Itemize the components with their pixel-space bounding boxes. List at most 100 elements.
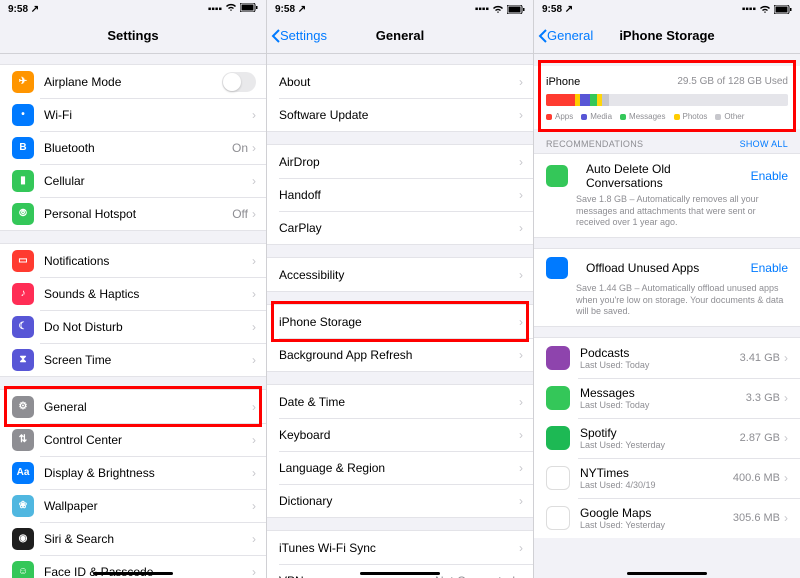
general-row-software-update[interactable]: Software Update›: [267, 98, 533, 131]
gear-icon: ⚙: [12, 396, 34, 418]
enable-link[interactable]: Enable: [751, 261, 788, 275]
settings-row-personal-hotspot[interactable]: ⦾Personal HotspotOff›: [0, 197, 266, 230]
settings-row-bluetooth[interactable]: BBluetoothOn›: [0, 131, 266, 164]
chevron-right-icon: ›: [519, 541, 523, 555]
general-row-accessibility[interactable]: Accessibility›: [267, 258, 533, 291]
rec-desc: Save 1.44 GB – Automatically offload unu…: [576, 283, 788, 318]
home-indicator[interactable]: [627, 572, 707, 575]
airplane-icon: ✈: [12, 71, 34, 93]
general-row-keyboard[interactable]: Keyboard›: [267, 418, 533, 451]
recommendation: Auto Delete Old ConversationsEnableSave …: [534, 153, 800, 238]
app-row-nytimes[interactable]: NYTimesLast Used: 4/30/19400.6 MB›: [534, 458, 800, 498]
chevron-right-icon: ›: [252, 400, 256, 414]
chevron-right-icon: ›: [252, 320, 256, 334]
settings-row-do-not-disturb[interactable]: ☾ Do Not Disturb›: [0, 310, 266, 343]
app-last-used: Last Used: Today: [580, 360, 740, 370]
general-row-dictionary[interactable]: Dictionary›: [267, 484, 533, 517]
chevron-right-icon: ›: [252, 466, 256, 480]
cellular-icon: ▮: [12, 170, 34, 192]
siri-icon: ◉: [12, 528, 34, 550]
chevron-right-icon: ›: [252, 254, 256, 268]
app-row-google-maps[interactable]: Google MapsLast Used: Yesterday305.6 MB›: [534, 498, 800, 538]
app-name: Spotify: [580, 426, 740, 440]
row-label: Cellular: [44, 174, 252, 188]
general-row-about[interactable]: About›: [267, 65, 533, 98]
row-label: Display & Brightness: [44, 466, 252, 480]
app-last-used: Last Used: 4/30/19: [580, 480, 733, 490]
home-indicator[interactable]: [360, 572, 440, 575]
sound-icon: ♪: [12, 283, 34, 305]
row-label: Bluetooth: [44, 141, 232, 155]
chevron-right-icon: ›: [784, 471, 788, 485]
toggle[interactable]: [222, 72, 256, 92]
row-label: Wi-Fi: [44, 108, 252, 122]
chevron-right-icon: ›: [519, 461, 523, 475]
chevron-right-icon: ›: [519, 348, 523, 362]
chevron-right-icon: ›: [252, 287, 256, 301]
general-row-airdrop[interactable]: AirDrop›: [267, 145, 533, 178]
enable-link[interactable]: Enable: [751, 169, 788, 183]
row-label: Siri & Search: [44, 532, 252, 546]
hotspot-icon: ⦾: [12, 203, 34, 225]
chevron-right-icon: ›: [252, 565, 256, 578]
general-row-carplay[interactable]: CarPlay›: [267, 211, 533, 244]
row-label: Date & Time: [279, 395, 519, 409]
settings-row-display-brightness[interactable]: Aa Display & Brightness›: [0, 456, 266, 489]
general-screen: 9:58 ↗ ▪▪▪▪ Settings General About›Softw…: [267, 0, 534, 578]
settings-row-airplane-mode[interactable]: ✈Airplane Mode: [0, 65, 266, 98]
moon-icon: ☾: [12, 316, 34, 338]
row-label: CarPlay: [279, 221, 519, 235]
row-label: Do Not Disturb: [44, 320, 252, 334]
chevron-right-icon: ›: [519, 574, 523, 578]
chevron-right-icon: ›: [519, 494, 523, 508]
general-row-iphone-storage[interactable]: iPhone Storage›: [267, 305, 533, 338]
battery-icon: [240, 3, 258, 15]
settings-row-wi-fi[interactable]: •Wi-Fi›: [0, 98, 266, 131]
page-title: Settings: [0, 28, 266, 43]
row-label: Background App Refresh: [279, 348, 519, 362]
app-icon: [546, 386, 570, 410]
storage-legend: AppsMediaMessagesPhotosOther: [546, 112, 788, 121]
status-bar: 9:58 ↗ ▪▪▪▪: [267, 0, 533, 18]
row-label: Accessibility: [279, 268, 519, 282]
back-button[interactable]: General: [534, 28, 593, 43]
settings-row-screen-time[interactable]: ⧗Screen Time›: [0, 343, 266, 376]
chevron-right-icon: ›: [252, 207, 256, 221]
chevron-left-icon: [271, 29, 280, 43]
settings-row-cellular[interactable]: ▮ Cellular›: [0, 164, 266, 197]
general-row-language-region[interactable]: Language & Region›: [267, 451, 533, 484]
app-row-podcasts[interactable]: PodcastsLast Used: Today3.41 GB›: [534, 338, 800, 378]
settings-row-wallpaper[interactable]: ❀Wallpaper›: [0, 489, 266, 522]
settings-row-notifications[interactable]: ▭Notifications›: [0, 244, 266, 277]
general-row-vpn[interactable]: VPNNot Connected›: [267, 564, 533, 578]
row-label: Control Center: [44, 433, 252, 447]
general-row-background-app-refresh[interactable]: Background App Refresh›: [267, 338, 533, 371]
settings-row-siri-search[interactable]: ◉Siri & Search›: [0, 522, 266, 555]
general-row-handoff[interactable]: Handoff›: [267, 178, 533, 211]
faceid-icon: ☺: [12, 561, 34, 578]
settings-row-sounds-haptics[interactable]: ♪Sounds & Haptics›: [0, 277, 266, 310]
device-name: iPhone: [546, 76, 580, 88]
app-row-messages[interactable]: MessagesLast Used: Today3.3 GB›: [534, 378, 800, 418]
home-indicator[interactable]: [93, 572, 173, 575]
storage-summary: iPhone29.5 GB of 128 GB UsedAppsMediaMes…: [534, 66, 800, 129]
app-row-spotify[interactable]: SpotifyLast Used: Yesterday2.87 GB›: [534, 418, 800, 458]
app-name: Messages: [580, 386, 746, 400]
row-label: iPhone Storage: [279, 315, 519, 329]
row-value: Not Connected: [435, 574, 515, 578]
back-button[interactable]: Settings: [267, 28, 327, 43]
app-name: Google Maps: [580, 506, 733, 520]
row-label: Screen Time: [44, 353, 252, 367]
chevron-right-icon: ›: [519, 75, 523, 89]
general-row-date-time[interactable]: Date & Time›: [267, 385, 533, 418]
general-row-itunes-wi-fi-sync[interactable]: iTunes Wi-Fi Sync›: [267, 531, 533, 564]
display-icon: Aa: [12, 462, 34, 484]
hourglass-icon: ⧗: [12, 349, 34, 371]
app-icon: [546, 426, 570, 450]
chevron-right-icon: ›: [252, 174, 256, 188]
chevron-right-icon: ›: [519, 108, 523, 122]
wallpaper-icon: ❀: [12, 495, 34, 517]
settings-row-control-center[interactable]: ⇅Control Center›: [0, 423, 266, 456]
settings-row-general[interactable]: ⚙General›: [0, 390, 266, 423]
show-all-link[interactable]: SHOW ALL: [740, 139, 788, 149]
